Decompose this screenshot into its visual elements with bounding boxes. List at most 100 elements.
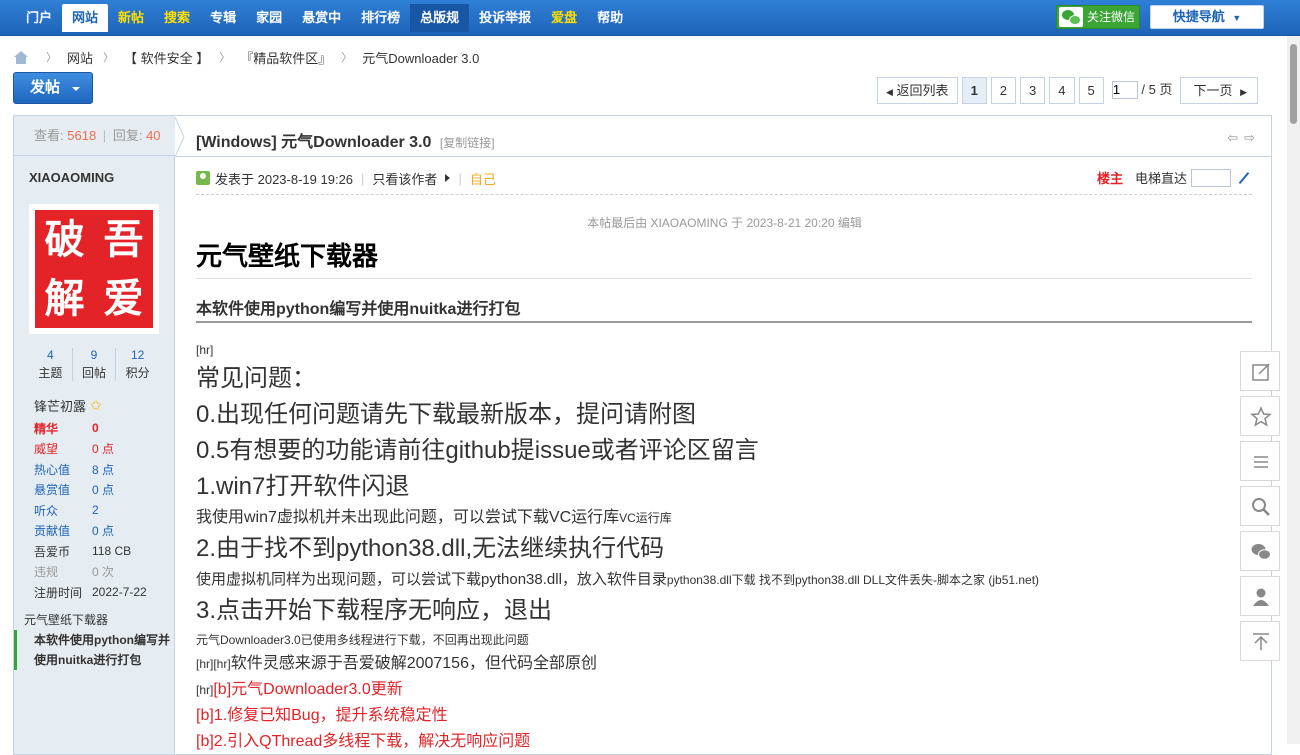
- back-to-list-label: 返回列表: [896, 83, 949, 98]
- scrollbar-thumb[interactable]: [1290, 44, 1297, 124]
- info-key[interactable]: 热心值: [34, 461, 92, 478]
- wechat-icon: [1059, 7, 1083, 27]
- faq-q2: 2.由于找不到python38.dll,无法继续执行代码: [196, 535, 665, 562]
- info-key[interactable]: 贡献值: [34, 522, 92, 539]
- only-author-link[interactable]: 只看该作者: [372, 169, 437, 188]
- avatar-char: 解: [44, 275, 85, 322]
- python-dll-link[interactable]: python38.dll下载 找不到python38.dll DLL文件丢失-脚…: [667, 573, 1039, 587]
- breadcrumb-link-boutique-software[interactable]: 『精品软件区』: [240, 48, 331, 67]
- page-button-1[interactable]: 1: [961, 77, 987, 104]
- back-to-top-button[interactable]: [1240, 621, 1280, 661]
- nav-item-0[interactable]: 门户: [16, 4, 62, 32]
- chevron-down-icon: ▼: [1232, 13, 1242, 23]
- new-post-button[interactable]: 发帖: [13, 72, 93, 104]
- author-info-row: 违规 0 次: [34, 562, 164, 583]
- info-key[interactable]: 注册时间: [34, 584, 92, 601]
- count-label: 回帖: [82, 366, 107, 380]
- page-button-4[interactable]: 4: [1049, 77, 1075, 104]
- wechat-share-button[interactable]: [1240, 531, 1280, 571]
- copy-link-button[interactable]: [复制链接]: [440, 136, 495, 150]
- page-button-2[interactable]: 2: [990, 77, 1017, 104]
- nav-item-2[interactable]: 新帖: [108, 4, 154, 32]
- info-key[interactable]: 悬赏值: [34, 481, 92, 498]
- nav-item-3[interactable]: 搜索: [154, 4, 200, 32]
- count-threads[interactable]: 4 主题: [29, 348, 73, 381]
- update-title-text: [b]元气Downloader3.0更新: [213, 681, 403, 698]
- outline-item-active[interactable]: 本软件使用python编写并使用nuitka进行打包: [14, 630, 175, 670]
- info-key[interactable]: 听众: [34, 502, 92, 519]
- nav-item-1[interactable]: 网站: [62, 4, 109, 32]
- meta-divider: |: [458, 170, 462, 186]
- nav-item-9[interactable]: 投诉举报: [469, 4, 541, 32]
- info-key[interactable]: 威望: [34, 440, 92, 457]
- update-item-1: [b]1.修复已知Bug，提升系统稳定性: [196, 707, 448, 724]
- home-icon[interactable]: [14, 50, 28, 64]
- info-value: 118 CB: [92, 544, 132, 559]
- breadcrumb-separator: 〉: [219, 52, 231, 64]
- post-outline: 元气壁纸下载器 本软件使用python编写并使用nuitka进行打包: [14, 610, 175, 670]
- self-label: 自己: [469, 171, 496, 187]
- info-key[interactable]: 违规: [34, 563, 92, 580]
- author-info-row: 贡献值 0 点: [34, 521, 164, 542]
- faq-q3: 3.点击开始下载程序无响应，退出: [196, 597, 553, 624]
- elevator-input[interactable]: [1191, 168, 1231, 187]
- breadcrumb-link-site[interactable]: 网站: [67, 48, 93, 67]
- avatar[interactable]: 破 吾 解 爱: [29, 204, 159, 334]
- post-meta: 发表于 2023-8-19 19:26 | 只看该作者 | 自己: [196, 169, 496, 188]
- credit-text: 软件灵感来源于吾爱破解2007156，但代码全部原创: [230, 655, 597, 672]
- nav-item-5[interactable]: 家园: [246, 4, 292, 32]
- breadcrumb-current-thread[interactable]: 元气Downloader 3.0: [362, 48, 479, 67]
- customer-service-button[interactable]: [1240, 576, 1280, 616]
- faq-a3: 元气Downloader3.0已使用多线程进行下载，不回再出现此问题: [196, 633, 529, 647]
- nav-item-7[interactable]: 排行榜: [351, 4, 410, 32]
- info-value: 0 点: [92, 442, 115, 457]
- nav-item-6[interactable]: 悬赏中: [292, 4, 351, 32]
- previous-thread-icon[interactable]: ⇦: [1227, 130, 1238, 146]
- thread-title: [Windows] 元气Downloader 3.0 [复制链接]: [196, 128, 495, 152]
- quick-navigation-button[interactable]: 快捷导航 ▼: [1150, 5, 1264, 29]
- favorite-button[interactable]: [1240, 396, 1280, 436]
- play-icon: [445, 174, 451, 182]
- next-page-button[interactable]: 下一页 ▶: [1180, 77, 1258, 104]
- breadcrumb-link-software-security[interactable]: 【 软件安全 】: [124, 48, 209, 67]
- nav-item-10[interactable]: 爱盘: [541, 4, 587, 32]
- nav-item-8[interactable]: 总版规: [410, 4, 470, 32]
- breadcrumb-separator: 〉: [103, 52, 115, 64]
- seal-logo: 破 吾 解 爱: [35, 210, 153, 328]
- floor-info: 楼主 电梯直达: [1097, 168, 1251, 187]
- breadcrumb-separator: 〉: [341, 52, 353, 64]
- back-to-list-button[interactable]: ◀ 返回列表: [877, 77, 958, 104]
- nav-item-11[interactable]: 帮助: [587, 4, 633, 32]
- author-info-row: 悬赏值 0 点: [34, 480, 164, 501]
- page-button-3[interactable]: 3: [1020, 77, 1046, 104]
- faq-a1: 我使用win7虚拟机并未出现此问题，可以尝试下载VC运行库VC运行库: [196, 505, 1252, 531]
- top-navigation-bar: 门户 网站 新帖 搜索 专辑 家园 悬赏中 排行榜 总版规 投诉举报 爱盘 帮助 关注微信 快捷导航 …: [0, 0, 1300, 36]
- page-jump: / 5 页: [1107, 77, 1177, 104]
- count-value: 12: [131, 348, 145, 362]
- page-button-5[interactable]: 5: [1078, 77, 1104, 104]
- count-replies[interactable]: 9 回帖: [73, 348, 117, 381]
- follow-wechat-button[interactable]: 关注微信: [1056, 5, 1140, 29]
- rank-label[interactable]: 锋芒初露: [34, 396, 86, 415]
- post-heading: 元气壁纸下载器: [196, 236, 1252, 279]
- post-body: 元气壁纸下载器 本软件使用python编写并使用nuitka进行打包 [hr] …: [196, 236, 1252, 754]
- avatar-char: 破: [44, 216, 85, 263]
- reply-button[interactable]: [1240, 351, 1280, 391]
- page-scrollbar[interactable]: [1287, 36, 1300, 744]
- count-points[interactable]: 12 积分: [116, 348, 159, 381]
- info-key[interactable]: 精华: [34, 420, 92, 437]
- outline-item-title[interactable]: 元气壁纸下载器: [14, 610, 175, 630]
- nav-item-4[interactable]: 专辑: [200, 4, 246, 32]
- next-thread-icon[interactable]: ⇨: [1244, 130, 1255, 146]
- user-online-icon: [196, 171, 210, 185]
- menu-button[interactable]: [1240, 441, 1280, 481]
- meta-divider: |: [361, 170, 365, 186]
- jump-icon[interactable]: [1237, 171, 1251, 185]
- avatar-char: 爱: [103, 275, 144, 322]
- search-button[interactable]: [1240, 486, 1280, 526]
- vc-runtime-link[interactable]: VC运行库: [619, 511, 672, 525]
- info-key[interactable]: 吾爱币: [34, 543, 92, 560]
- author-username[interactable]: XIAOAOMING: [29, 170, 114, 185]
- info-value: 0: [92, 421, 99, 436]
- page-jump-input[interactable]: [1111, 80, 1138, 99]
